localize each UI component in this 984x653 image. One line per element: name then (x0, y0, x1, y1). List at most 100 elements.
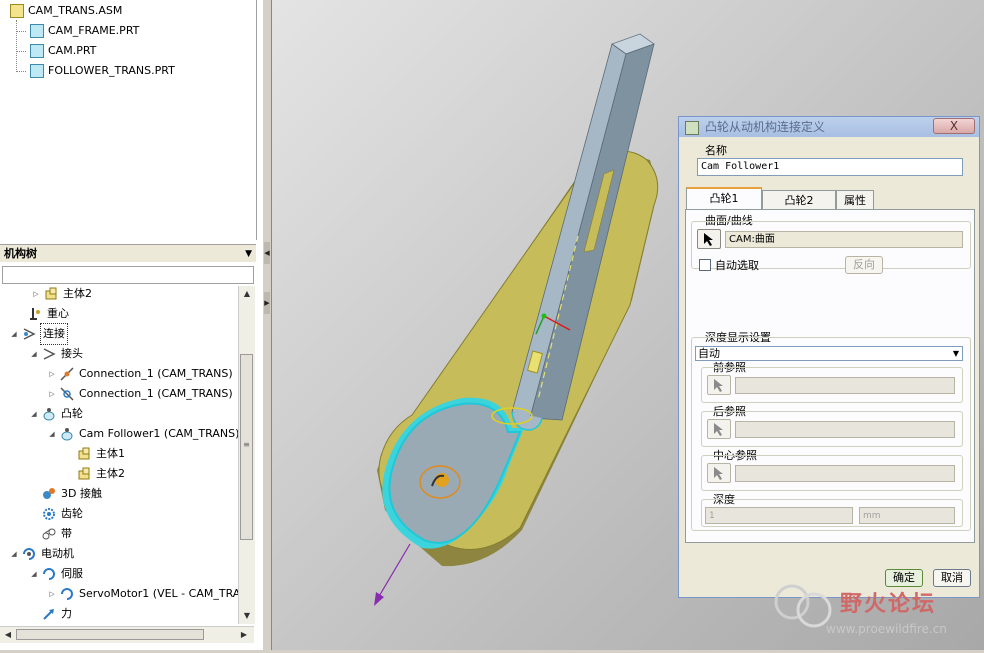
mech-item-connection1-b[interactable]: ▷ Connection_1 (CAM_TRANS) (48, 384, 233, 404)
mech-item-force[interactable]: 力 (30, 604, 72, 624)
slider-joint-icon (59, 367, 74, 382)
mech-item-gravity[interactable]: 重心 (16, 304, 69, 324)
mech-item-3d-contact[interactable]: 3D 接触 (30, 484, 102, 504)
pointer-icon (714, 467, 723, 480)
mech-item-joints[interactable]: ◢ 接头 (30, 344, 83, 364)
body-icon (76, 447, 91, 462)
scroll-up-icon[interactable]: ▲ (239, 286, 255, 302)
collapse-left-icon[interactable]: ◀ (264, 242, 270, 264)
collapse-icon[interactable]: ◢ (30, 344, 38, 364)
part-icon (30, 64, 44, 78)
collapse-icon[interactable]: ◢ (48, 424, 56, 444)
close-icon: X (949, 119, 959, 133)
model-tree-item-follower[interactable]: FOLLOWER_TRANS.PRT (30, 62, 175, 80)
contact-3d-icon (41, 487, 56, 502)
mech-tree-vertical-scrollbar[interactable]: ▲ ≡ ▼ (238, 286, 255, 624)
collapse-icon[interactable]: ◢ (10, 544, 18, 564)
mech-item-label: Connection_1 (CAM_TRANS) (79, 387, 233, 400)
mech-tree: ▷ 主体2 重心 ◢ 连接 ◢ 接头 ▷ Connection_1 (CAM_T… (0, 286, 238, 624)
mech-item-motors[interactable]: ◢ 电动机 (10, 544, 74, 564)
front-ref-field[interactable] (735, 377, 955, 394)
tab-properties[interactable]: 属性 (836, 190, 874, 210)
mech-item-body1[interactable]: 主体1 (76, 444, 125, 464)
mech-item-label: Connection_1 (CAM_TRANS) (79, 367, 233, 380)
auto-select-label: 自动选取 (715, 259, 759, 272)
mech-item-cam-follower1[interactable]: ◢ Cam Follower1 (CAM_TRANS) (48, 424, 238, 444)
mech-item-label: 主体2 (96, 467, 125, 480)
cam-icon (41, 407, 56, 422)
expand-icon[interactable]: ▷ (48, 384, 56, 404)
scroll-thumb[interactable]: ≡ (240, 354, 253, 540)
surface-select-button[interactable] (697, 229, 721, 249)
mech-item-connection1-a[interactable]: ▷ Connection_1 (CAM_TRANS) (48, 364, 233, 384)
servo-direction-arrow (374, 543, 411, 606)
model-tree-label: FOLLOWER_TRANS.PRT (48, 64, 175, 77)
part-icon (30, 24, 44, 38)
model-tree-item-frame[interactable]: CAM_FRAME.PRT (30, 22, 139, 40)
tab-cam1[interactable]: 凸轮1 (686, 187, 762, 209)
model-tree-label: CAM.PRT (48, 44, 97, 57)
mech-item-body2-top[interactable]: ▷ 主体2 (32, 286, 92, 304)
body-icon (43, 287, 58, 302)
panel-splitter[interactable]: ◀ ▶ (262, 0, 272, 650)
collapse-icon[interactable]: ◢ (10, 324, 18, 344)
back-ref-select-button[interactable] (707, 419, 731, 439)
reverse-button[interactable]: 反向 (845, 256, 883, 274)
mech-item-label: 力 (61, 607, 72, 620)
model-tree-label: CAM_FRAME.PRT (48, 24, 140, 37)
cam-follower-connection-dialog: 凸轮从动机构连接定义 X 名称 Cam Follower1 凸轮1 凸轮2 属性… (678, 116, 980, 598)
center-ref-select-button[interactable] (707, 463, 731, 483)
servo-icon (41, 567, 56, 582)
collapse-icon[interactable]: ◢ (30, 404, 38, 424)
center-ref-field[interactable] (735, 465, 955, 482)
expand-icon[interactable]: ▷ (48, 584, 56, 604)
mech-tree-horizontal-scrollbar[interactable]: ◀ ▶ (0, 626, 254, 643)
assembly-icon (10, 4, 24, 18)
expand-right-icon[interactable]: ▶ (264, 292, 270, 314)
body-icon (76, 467, 91, 482)
mech-item-belts[interactable]: 带 (30, 524, 72, 544)
name-label: 名称 (705, 144, 727, 157)
chevron-down-icon[interactable]: ▼ (245, 245, 252, 263)
connection-icon (21, 327, 36, 342)
mech-item-label: 伺服 (61, 567, 83, 580)
model-tree-item-cam[interactable]: CAM.PRT (30, 42, 96, 60)
mech-tree-filter-input[interactable] (2, 266, 254, 284)
mech-item-label: 主体2 (63, 287, 92, 300)
scroll-thumb[interactable] (16, 629, 204, 640)
scroll-right-icon[interactable]: ▶ (236, 627, 252, 643)
mech-item-body2[interactable]: 主体2 (76, 464, 125, 484)
expand-icon[interactable]: ▷ (32, 286, 40, 304)
mech-tree-header[interactable]: 机构树 ▼ (0, 244, 256, 262)
mech-item-label: 带 (61, 527, 72, 540)
watermark-url: www.proewildfire.cn (826, 622, 947, 636)
tab-cam2[interactable]: 凸轮2 (762, 190, 836, 210)
expand-icon[interactable]: ▷ (48, 364, 56, 384)
mech-item-servomotor1[interactable]: ▷ ServoMotor1 (VEL - CAM_TRAN (48, 584, 238, 604)
mech-item-servo[interactable]: ◢ 伺服 (30, 564, 83, 584)
collapse-icon[interactable]: ◢ (30, 564, 38, 584)
gear-icon (41, 507, 56, 522)
auto-select-checkbox[interactable] (699, 259, 711, 271)
chevron-down-icon: ▼ (952, 349, 959, 358)
belt-icon (41, 527, 56, 542)
front-ref-select-button[interactable] (707, 375, 731, 395)
model-tree-item-asm[interactable]: CAM_TRANS.ASM (10, 2, 122, 20)
scroll-down-icon[interactable]: ▼ (239, 608, 255, 624)
watermark-title: 野火论坛 (840, 592, 937, 617)
depth-unit-field[interactable]: mm (859, 507, 955, 524)
surface-field[interactable]: CAM:曲面 (725, 231, 963, 248)
scroll-left-icon[interactable]: ◀ (0, 627, 16, 643)
model-tree-label: CAM_TRANS.ASM (28, 4, 123, 17)
mech-item-label: ServoMotor1 (VEL - CAM_TRAN (79, 587, 238, 600)
mech-item-cams[interactable]: ◢ 凸轮 (30, 404, 83, 424)
back-ref-field[interactable] (735, 421, 955, 438)
mech-item-label: 连接 (40, 323, 68, 345)
mech-item-gears[interactable]: 齿轮 (30, 504, 83, 524)
depth-value-field[interactable]: 1 (705, 507, 853, 524)
force-icon (41, 607, 56, 622)
name-field[interactable]: Cam Follower1 (697, 158, 963, 176)
close-button[interactable]: X (933, 118, 975, 134)
left-panel: CAM_TRANS.ASM CAM_FRAME.PRT CAM.PRT FOLL… (0, 0, 262, 650)
mech-item-connections[interactable]: ◢ 连接 (10, 323, 68, 345)
